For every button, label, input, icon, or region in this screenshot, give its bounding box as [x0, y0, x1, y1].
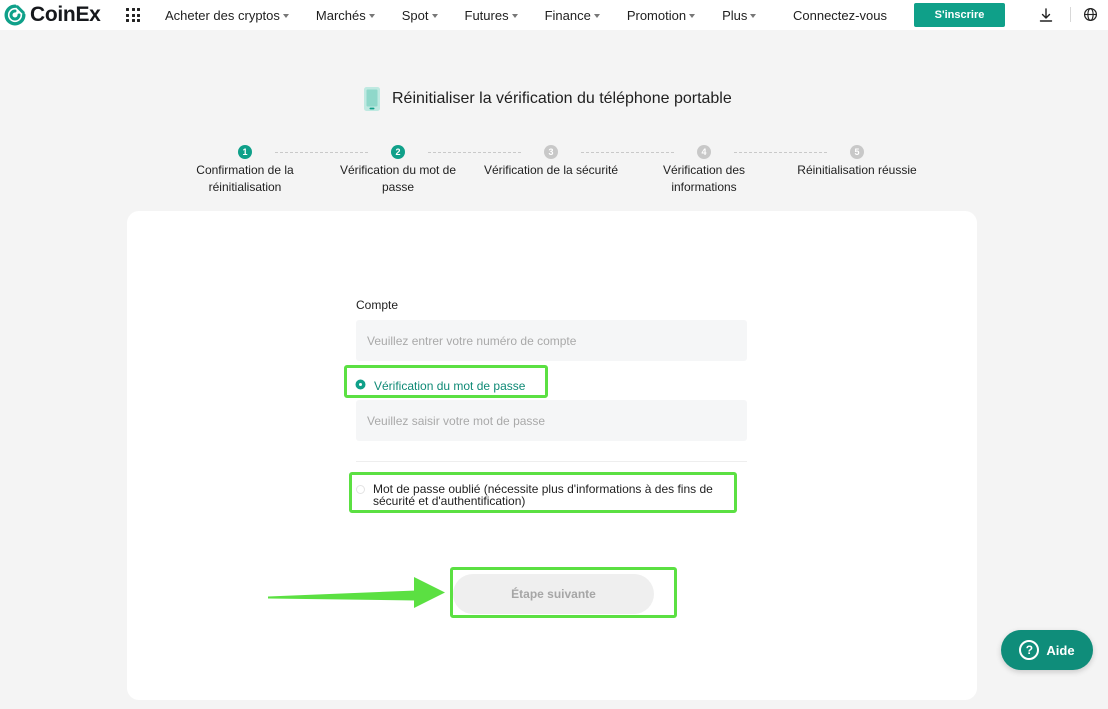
- help-button[interactable]: ? Aide: [1001, 630, 1093, 670]
- radio-selected-icon[interactable]: [356, 380, 365, 389]
- step-number: 2: [391, 145, 405, 159]
- step-5: 5 Réinitialisation réussie: [767, 145, 947, 179]
- step-label: Vérification de la sécurité: [483, 163, 619, 177]
- step-label: Vérification du mot de passe: [339, 163, 457, 194]
- main-nav: Acheter des cryptos Marchés Spot Futures…: [165, 0, 783, 30]
- question-icon: ?: [1019, 640, 1040, 660]
- step-label: Confirmation de la réinitialisation: [196, 163, 294, 194]
- step-number: 4: [697, 145, 711, 159]
- password-verification-option[interactable]: Vérification du mot de passe: [356, 379, 526, 393]
- step-number: 5: [850, 145, 864, 159]
- forgot-password-label: Mot de passe oublié (nécessite plus d'in…: [373, 482, 713, 508]
- nav-item-spot[interactable]: Spot: [402, 8, 438, 23]
- account-input[interactable]: [356, 320, 747, 361]
- help-label: Aide: [1046, 642, 1075, 658]
- step-2: 2 Vérification du mot de passe: [318, 145, 478, 196]
- form-divider: [356, 461, 747, 462]
- globe-icon[interactable]: [1083, 7, 1098, 22]
- chevron-down-icon: [689, 13, 696, 18]
- nav-label: Finance: [544, 7, 591, 23]
- step-4: 4 Vérification des informations: [624, 145, 784, 196]
- chevron-down-icon: [282, 13, 289, 18]
- password-verification-label: Vérification du mot de passe: [374, 379, 526, 393]
- coinex-logo-icon: [4, 4, 26, 26]
- grid-icon[interactable]: [126, 8, 140, 22]
- chevron-down-icon: [750, 13, 757, 18]
- forgot-password-option[interactable]: Mot de passe oublié (nécessite plus d'in…: [356, 483, 736, 507]
- step-label: Réinitialisation réussie: [797, 163, 917, 177]
- nav-label: Acheter des cryptos: [165, 7, 280, 23]
- nav-label: Marchés: [315, 7, 366, 23]
- nav-item-promotion[interactable]: Promotion: [626, 7, 696, 23]
- password-input[interactable]: [356, 400, 747, 441]
- nav-item-futures[interactable]: Futures: [465, 8, 518, 23]
- radio-unselected-icon[interactable]: [356, 485, 365, 494]
- step-3: 3 Vérification de la sécurité: [461, 145, 641, 179]
- nav-label: Futures: [464, 7, 509, 23]
- account-label: Compte: [356, 298, 399, 312]
- next-step-button[interactable]: Étape suivante: [453, 574, 654, 614]
- nav-item-markets[interactable]: Marchés: [316, 8, 375, 23]
- chevron-down-icon: [511, 13, 518, 18]
- download-icon[interactable]: [1038, 7, 1054, 23]
- nav-item-finance[interactable]: Finance: [545, 8, 600, 23]
- step-number: 3: [544, 145, 558, 159]
- nav-label: Spot: [401, 7, 429, 23]
- page-heading: Réinitialiser la vérification du télépho…: [362, 86, 732, 112]
- chevron-down-icon: [368, 13, 375, 18]
- nav-label: Plus: [722, 7, 748, 23]
- phone-icon: [364, 87, 380, 111]
- step-number: 1: [238, 145, 252, 159]
- header-divider: [1070, 7, 1071, 22]
- step-1: 1 Confirmation de la réinitialisation: [165, 145, 325, 196]
- nav-label: Promotion: [626, 7, 687, 23]
- annotation-arrow-icon: [268, 577, 445, 608]
- step-label: Vérification des informations: [662, 163, 746, 194]
- coinex-logo[interactable]: CoinEx: [4, 3, 101, 27]
- nav-item-more[interactable]: Plus: [722, 7, 757, 23]
- chevron-down-icon: [431, 13, 438, 18]
- chevron-down-icon: [593, 13, 600, 18]
- nav-item-buy-crypto[interactable]: Acheter des cryptos: [165, 8, 289, 23]
- page-title: Réinitialiser la vérification du télépho…: [392, 90, 732, 107]
- brand-name: CoinEx: [30, 3, 101, 26]
- signup-button[interactable]: S'inscrire: [914, 3, 1005, 27]
- form-card: [127, 211, 977, 700]
- top-navbar: CoinEx Acheter des cryptos Marchés Spot …: [0, 0, 1108, 30]
- login-link[interactable]: Connectez-vous: [793, 8, 887, 23]
